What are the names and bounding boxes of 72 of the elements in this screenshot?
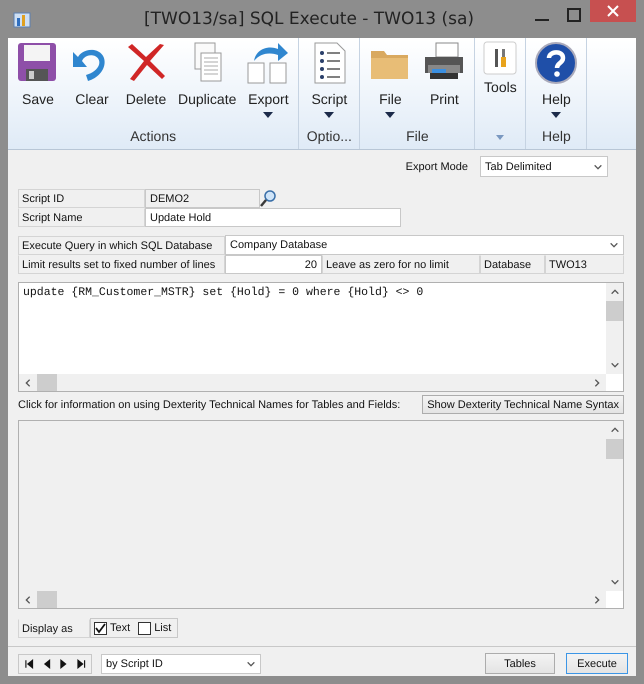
group-label: Optio... (306, 127, 352, 146)
caret-icon (385, 112, 396, 118)
field-label: Script ID (18, 189, 145, 208)
dropdown-chevron-icon (609, 240, 619, 250)
expand-caret-icon[interactable] (496, 134, 504, 140)
caret-icon (324, 112, 334, 118)
minimize-icon (535, 19, 549, 21)
chevron-right-icon (592, 378, 602, 388)
checkmark-icon (95, 622, 106, 634)
tools-icon (483, 41, 518, 75)
ribbon-button[interactable]: Tools (479, 38, 522, 125)
vertical-scrollbar[interactable] (606, 283, 623, 374)
field-label: Limit results set to fixed number of lines (18, 255, 225, 274)
field-label: Database (480, 255, 545, 274)
first-record-icon[interactable] (24, 658, 34, 668)
sort-dropdown[interactable]: by Script ID (101, 654, 261, 674)
info-text: Click for information on using Dexterity Technical Names for Tables and Fields: (18, 398, 400, 410)
close-button[interactable] (590, 0, 636, 22)
scrollbar-thumb[interactable] (37, 374, 57, 391)
group-label: Help (542, 127, 571, 146)
display-checkbox[interactable]: Text (94, 622, 130, 634)
ribbon-button[interactable]: Duplicate (174, 38, 240, 127)
export-documents-icon (246, 41, 290, 85)
field-label: Display as (18, 618, 90, 638)
maximize-icon (567, 8, 581, 22)
previous-record-icon[interactable] (42, 658, 51, 668)
vertical-scrollbar[interactable] (606, 421, 623, 591)
field-label: Export Mode (406, 160, 468, 172)
next-record-icon[interactable] (59, 658, 68, 668)
chevron-right-icon (592, 594, 602, 604)
chevron-down-icon (610, 577, 620, 587)
help-icon (534, 41, 578, 85)
database-dropdown[interactable]: Company Database (225, 235, 624, 255)
display-checkbox[interactable]: List (138, 622, 172, 634)
horizontal-scrollbar[interactable] (19, 374, 606, 391)
sql-code: update {RM_Customer_MSTR} set {Hold} = 0 where {Hold} <> 0 (22, 285, 424, 301)
ribbon-button[interactable]: Print (418, 38, 470, 127)
ribbon-button[interactable]: Save (12, 38, 64, 127)
ribbon-button[interactable]: Delete (120, 38, 172, 127)
ribbon-button[interactable]: Clear (66, 38, 118, 127)
database-value: TWO13 (545, 255, 624, 274)
ribbon-button[interactable]: Export (242, 38, 294, 127)
ribbon-button[interactable]: File (364, 38, 416, 127)
window-title: [TWO13/sa] SQL Execute - TWO13 (sa) (143, 9, 475, 29)
script-editor[interactable]: update {RM_Customer_MSTR} set {Hold} = 0 where {Hold} <> 0 (18, 282, 624, 392)
dialog-button[interactable]: Tables (485, 653, 555, 674)
group-label: Actions (130, 127, 176, 146)
ribbon-button[interactable]: Help (530, 38, 582, 127)
chevron-left-icon (23, 594, 33, 604)
group-label: File (406, 127, 429, 146)
script-id-field[interactable]: DEMO2 (145, 189, 260, 208)
hint-text: Leave as zero for no limit (322, 255, 480, 274)
chevron-down-icon (610, 360, 620, 370)
lookup-icon[interactable] (260, 189, 278, 208)
script-name-field[interactable]: Update Hold (145, 208, 401, 227)
scrollbar-thumb[interactable] (606, 439, 623, 459)
syntax-button[interactable]: Show Dexterity Technical Name Syntax (422, 395, 624, 414)
scrollbar-thumb[interactable] (606, 301, 623, 321)
caret-icon (551, 112, 562, 118)
chevron-left-icon (23, 378, 33, 388)
ribbon-button[interactable]: Script (303, 38, 356, 127)
export-mode-dropdown[interactable]: Tab Delimited (480, 156, 608, 177)
last-record-icon[interactable] (76, 658, 86, 668)
horizontal-scrollbar[interactable] (19, 591, 606, 608)
caret-icon (263, 112, 274, 118)
close-icon (607, 5, 619, 17)
field-label: Execute Query in which SQL Database (18, 236, 225, 254)
dialog-button[interactable]: Execute (566, 653, 628, 674)
chevron-up-icon (610, 287, 620, 297)
limit-field[interactable]: 20 (225, 255, 322, 274)
scrollbar-thumb[interactable] (37, 591, 57, 608)
chevron-up-icon (610, 425, 620, 435)
